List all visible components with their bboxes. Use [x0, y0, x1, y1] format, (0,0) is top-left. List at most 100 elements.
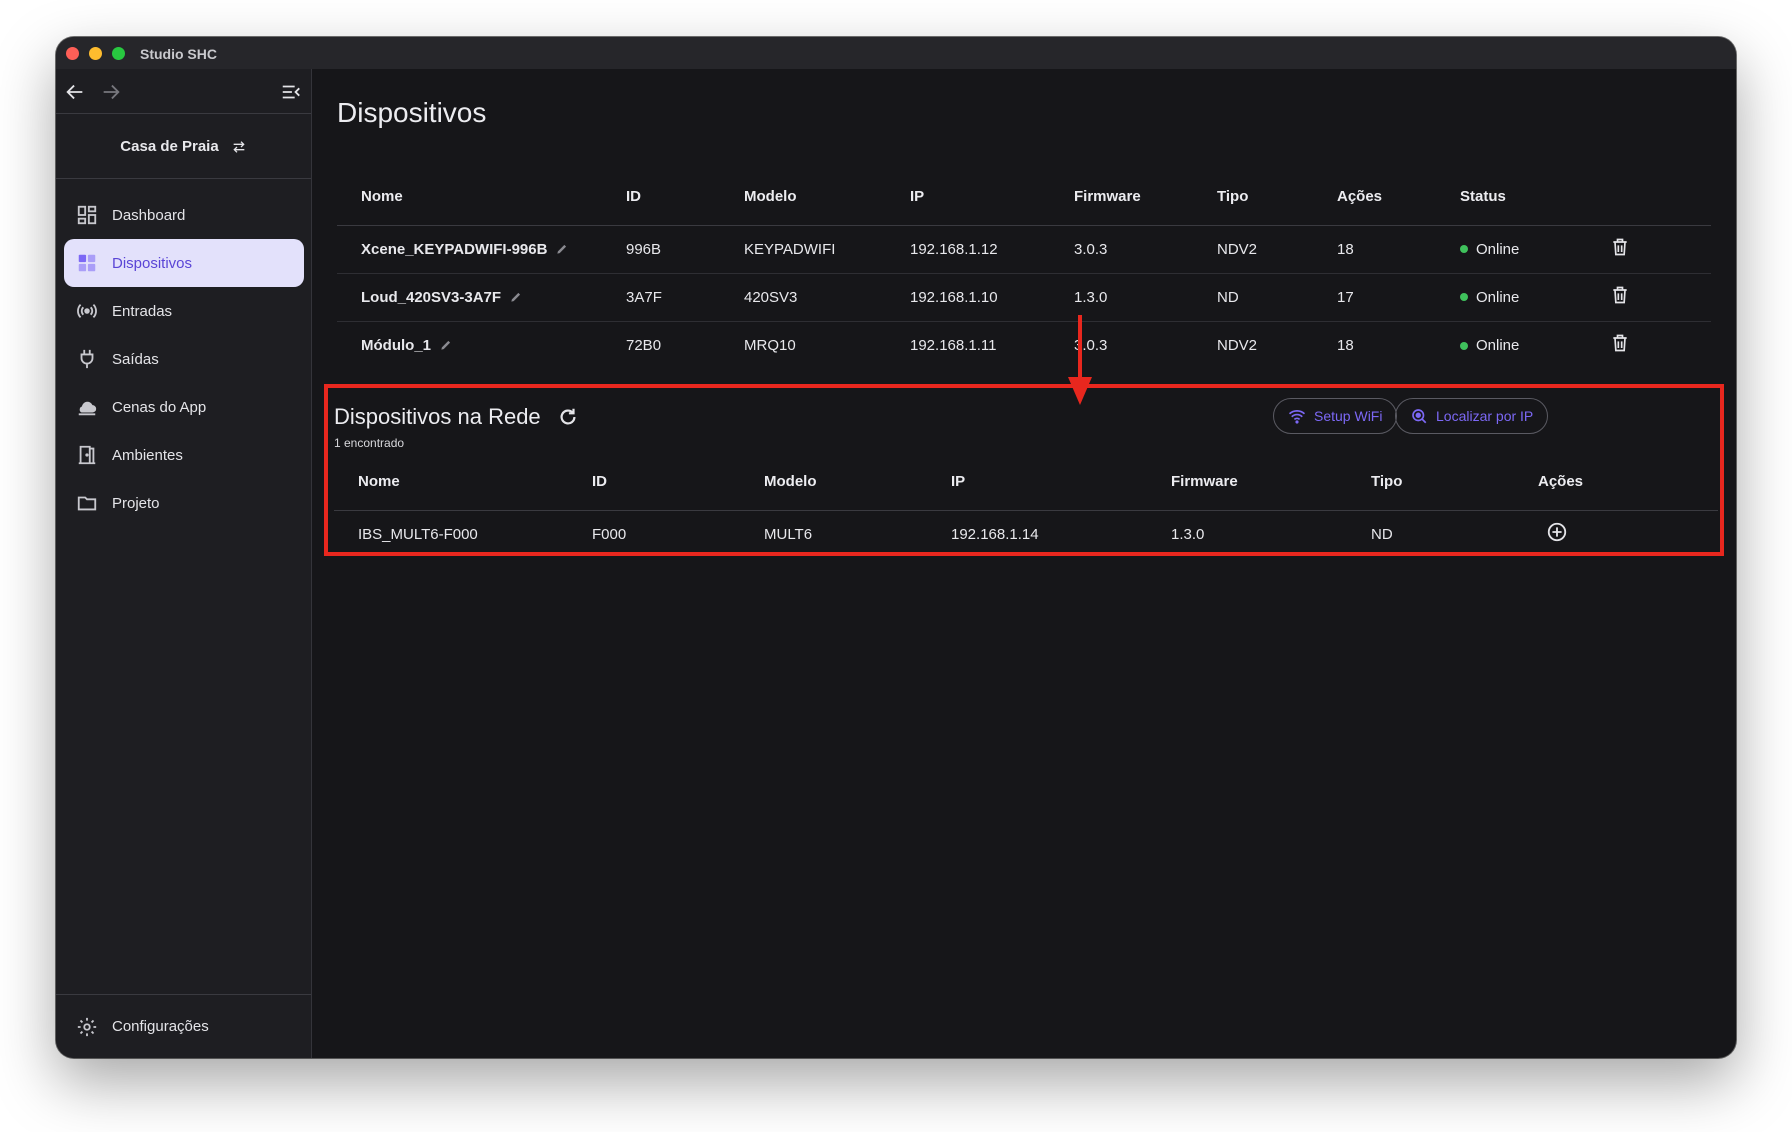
network-title: Dispositivos na Rede [334, 404, 579, 430]
status-text: Online [1476, 240, 1520, 258]
sidebar-item-projeto[interactable]: Projeto [64, 479, 304, 527]
table-row[interactable]: Loud_420SV3-3A7F 3A7F 420SV3 192.168.1.1… [337, 273, 1711, 321]
close-window-button[interactable] [66, 47, 79, 60]
column-header: Nome [358, 473, 400, 491]
sidebar-item-saidas[interactable]: Saídas [64, 335, 304, 383]
app-window: Studio SHC Casa de Praia Dashboard Dispo… [56, 37, 1736, 1058]
column-header: IP [951, 473, 966, 491]
devices-icon [78, 254, 96, 272]
column-header: Modelo [764, 473, 817, 491]
device-name: IBS_MULT6-F000 [358, 525, 478, 543]
pencil-icon[interactable] [509, 290, 523, 304]
column-header: Firmware [1171, 473, 1238, 491]
device-name-text: Xcene_KEYPADWIFI-996B [361, 240, 548, 258]
device-ip: 192.168.1.14 [951, 525, 1039, 543]
status-badge: Online [1460, 241, 1519, 258]
settings-button[interactable]: Configurações [56, 994, 311, 1058]
dashboard-icon [77, 205, 97, 225]
device-name[interactable]: Módulo_1 [361, 337, 453, 354]
sidebar-item-label: Entradas [112, 302, 173, 320]
network-devices-table: Nome ID Modelo IP Firmware Tipo Ações IB… [334, 454, 1718, 558]
sidebar-item-label: Ambientes [112, 446, 183, 464]
device-ip: 192.168.1.11 [910, 336, 997, 354]
device-firmware: 1.3.0 [1171, 525, 1205, 543]
door-icon [78, 445, 96, 465]
broadcast-icon [77, 303, 97, 319]
column-header-empty [1610, 169, 1711, 225]
device-model: MULT6 [764, 525, 813, 543]
trash-icon[interactable] [1610, 333, 1630, 353]
device-firmware: 3.0.3 [1074, 336, 1108, 354]
sidebar-item-label: Cenas do App [112, 398, 207, 416]
status-badge: Online [1460, 337, 1519, 354]
device-ip: 192.168.1.10 [910, 288, 998, 306]
sidebar-item-ambientes[interactable]: Ambientes [64, 431, 304, 479]
device-firmware: 3.0.3 [1074, 240, 1108, 258]
device-id: 3A7F [626, 288, 662, 306]
device-firmware: 1.3.0 [1074, 288, 1108, 306]
column-header: Ações [1538, 473, 1584, 491]
title-bar: Studio SHC [56, 37, 1736, 69]
back-arrow-icon[interactable] [64, 81, 86, 103]
sidebar-item-dispositivos[interactable]: Dispositivos [64, 239, 304, 287]
page-title: Dispositivos [337, 97, 487, 128]
device-type: ND [1371, 525, 1393, 543]
locate-by-ip-label: Localizar por IP [1436, 408, 1534, 424]
device-model: 420SV3 [744, 288, 798, 306]
sidebar-item-entradas[interactable]: Entradas [64, 287, 304, 335]
sidebar-item-label: Saídas [112, 350, 159, 368]
column-header: Tipo [1371, 473, 1403, 491]
maximize-window-button[interactable] [112, 47, 125, 60]
device-actions-count: 17 [1337, 288, 1354, 306]
status-text: Online [1476, 337, 1520, 354]
sidebar-item-label: Projeto [112, 494, 160, 512]
forward-arrow-icon[interactable] [100, 81, 122, 103]
pencil-icon[interactable] [439, 338, 453, 352]
status-text: Online [1476, 288, 1520, 306]
trash-icon[interactable] [1610, 237, 1630, 257]
table-row[interactable]: IBS_MULT6-F000 F000 MULT6 192.168.1.14 1… [334, 510, 1718, 558]
app-title: Studio SHC [140, 46, 217, 62]
device-id: F000 [592, 525, 627, 543]
column-header: ID [626, 188, 641, 206]
plug-icon [80, 349, 94, 369]
sidebar-item-cenas[interactable]: Cenas do App [64, 383, 304, 431]
device-model: KEYPADWIFI [744, 240, 836, 258]
device-actions-count: 18 [1337, 240, 1354, 258]
setup-wifi-button[interactable]: Setup WiFi [1273, 398, 1398, 434]
device-id: 996B [626, 240, 662, 258]
sidebar-item-dashboard[interactable]: Dashboard [64, 191, 304, 239]
device-type: NDV2 [1217, 240, 1258, 258]
add-circle-icon[interactable] [1546, 521, 1568, 543]
project-switcher[interactable]: Casa de Praia [56, 115, 311, 179]
pencil-icon[interactable] [555, 242, 569, 256]
main-content: Dispositivos Nome ID Modelo IP Firmware … [313, 69, 1736, 1058]
locate-search-icon [1412, 409, 1427, 424]
network-title-text: Dispositivos na Rede [334, 404, 541, 429]
column-header: Tipo [1217, 188, 1249, 206]
table-row[interactable]: Módulo_1 72B0 MRQ10 192.168.1.11 3.0.3 N… [337, 321, 1711, 369]
column-header: ID [592, 473, 607, 491]
device-name[interactable]: Xcene_KEYPADWIFI-996B [361, 241, 569, 258]
column-header: Modelo [744, 188, 797, 206]
locate-by-ip-button[interactable]: Localizar por IP [1395, 398, 1549, 434]
device-name-text: Loud_420SV3-3A7F [361, 288, 502, 306]
sidebar: Casa de Praia Dashboard Dispositivos Ent… [56, 69, 312, 1058]
settings-label: Configurações [112, 1018, 209, 1035]
online-dot-icon [1460, 293, 1468, 302]
refresh-icon[interactable] [557, 406, 579, 428]
device-name-text: Módulo_1 [361, 336, 431, 354]
device-type: NDV2 [1217, 336, 1258, 354]
trash-icon[interactable] [1610, 285, 1630, 305]
table-row[interactable]: Xcene_KEYPADWIFI-996B 996B KEYPADWIFI 19… [337, 225, 1711, 273]
collapse-sidebar-icon[interactable] [280, 81, 302, 103]
device-ip: 192.168.1.12 [910, 240, 998, 258]
sidebar-menu: Dashboard Dispositivos Entradas Saídas C… [64, 191, 304, 527]
column-header: Nome [361, 188, 403, 206]
minimize-window-button[interactable] [89, 47, 102, 60]
setup-wifi-label: Setup WiFi [1314, 408, 1383, 424]
device-name[interactable]: Loud_420SV3-3A7F [361, 289, 523, 306]
project-name: Casa de Praia [120, 138, 219, 155]
device-type: ND [1217, 288, 1239, 306]
wifi-icon [1288, 410, 1306, 424]
